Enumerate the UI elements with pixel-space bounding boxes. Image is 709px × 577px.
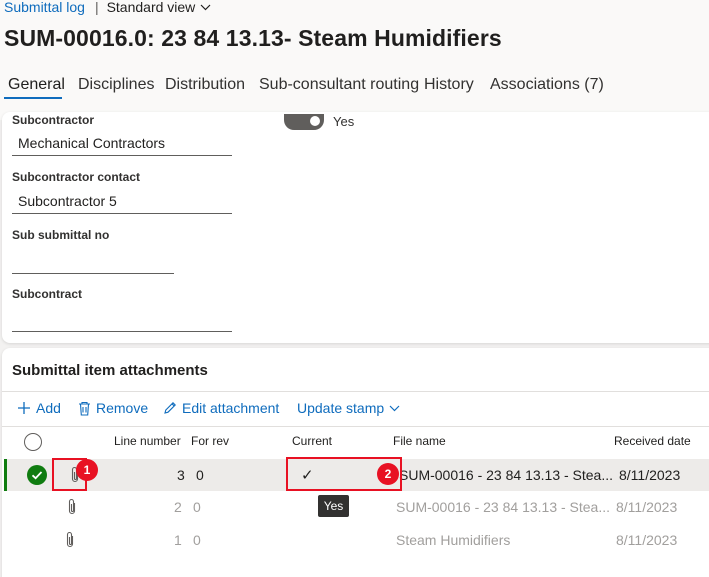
attachment-icon[interactable] <box>64 531 76 549</box>
received-date-cell: 8/11/2023 <box>616 499 678 515</box>
file-name-cell[interactable]: SUM-00016 - 23 84 13.13 - Stea... <box>399 467 613 483</box>
edit-attachment-button[interactable]: Edit attachment <box>163 400 279 416</box>
table-row[interactable]: 1 0 Steam Humidifiers 8/11/2023 <box>4 524 709 556</box>
tab-general[interactable]: General <box>8 76 65 94</box>
general-form-card: Subcontractor Mechanical Contractors Sub… <box>2 112 709 343</box>
for-rev-cell: 0 <box>193 532 201 548</box>
for-rev-cell: 0 <box>196 467 204 483</box>
file-name-cell[interactable]: SUM-00016 - 23 84 13.13 - Stea... <box>396 499 610 515</box>
attachment-icon[interactable] <box>66 498 78 516</box>
subcontract-label: Subcontract <box>12 287 83 301</box>
add-button[interactable]: Add <box>17 400 61 416</box>
line-number-cell: 2 <box>174 499 182 515</box>
row-selected-check-icon[interactable] <box>27 465 47 485</box>
subcontractor-contact-underline <box>12 213 232 214</box>
column-header-received-date[interactable]: Received date <box>614 434 691 448</box>
remove-button-label: Remove <box>96 400 149 416</box>
page-header: Submittal log | Standard view SUM-00016.… <box>0 0 709 120</box>
line-number-cell: 3 <box>177 467 185 483</box>
column-header-file-name[interactable]: File name <box>393 434 446 448</box>
edit-attachment-label: Edit attachment <box>182 400 280 416</box>
sub-submittal-no-label: Sub submittal no <box>12 228 110 242</box>
active-tab-indicator <box>4 97 62 99</box>
table-row[interactable]: 2 0 SUM-00016 - 23 84 13.13 - Stea... 8/… <box>4 491 709 523</box>
subcontract-underline <box>12 331 232 332</box>
tab-associations[interactable]: Associations (7) <box>490 76 604 94</box>
annotation-badge-2: 2 <box>377 463 399 485</box>
pencil-icon <box>164 402 176 414</box>
tab-history[interactable]: History <box>424 76 474 94</box>
page-title: SUM-00016.0: 23 84 13.13- Steam Humidifi… <box>4 25 502 51</box>
toggle-value: Yes <box>333 114 355 129</box>
annotation-badge-1: 1 <box>76 459 98 481</box>
add-button-label: Add <box>36 400 61 416</box>
received-date-cell: 8/11/2023 <box>619 467 681 483</box>
column-header-line-number[interactable]: Line number <box>114 434 181 448</box>
update-stamp-button[interactable]: Update stamp <box>297 400 400 416</box>
trash-icon <box>79 401 90 416</box>
for-rev-cell: 0 <box>193 499 201 515</box>
current-tooltip: Yes <box>318 495 349 517</box>
column-header-current[interactable]: Current <box>292 434 332 448</box>
tab-distribution[interactable]: Distribution <box>165 76 245 94</box>
grid-header-divider <box>2 426 709 427</box>
subcontractor-field-underline <box>12 155 232 156</box>
breadcrumb-submittal-log-link[interactable]: Submittal log <box>4 0 85 15</box>
update-stamp-label: Update stamp <box>297 400 385 416</box>
subcontractor-contact-label: Subcontractor contact <box>12 170 141 184</box>
breadcrumb-separator: | <box>94 0 99 15</box>
tab-sub-consultant-routing[interactable]: Sub-consultant routing <box>259 76 419 94</box>
section-divider <box>2 391 709 392</box>
toggle-knob <box>310 116 320 126</box>
remove-button[interactable]: Remove <box>78 400 148 416</box>
chevron-down-icon <box>200 4 211 10</box>
attachments-section-title: Submittal item attachments <box>12 362 208 379</box>
view-selector-label: Standard view <box>106 0 196 15</box>
select-all-checkbox[interactable] <box>24 433 42 451</box>
subcontractor-field[interactable]: Mechanical Contractors <box>18 135 165 151</box>
file-name-cell[interactable]: Steam Humidifiers <box>396 532 510 548</box>
sub-submittal-no-underline <box>12 273 174 274</box>
tab-disciplines[interactable]: Disciplines <box>78 76 154 94</box>
toggle-switch[interactable] <box>284 114 324 130</box>
chevron-down-icon <box>389 405 400 411</box>
view-selector[interactable]: Standard view <box>107 0 212 15</box>
line-number-cell: 1 <box>174 532 182 548</box>
subcontractor-label: Subcontractor <box>12 113 95 127</box>
plus-icon <box>18 402 30 414</box>
breadcrumb: Submittal log | Standard view <box>4 0 211 15</box>
received-date-cell: 8/11/2023 <box>616 532 678 548</box>
subcontractor-contact-field[interactable]: Subcontractor 5 <box>18 193 117 209</box>
column-header-for-rev[interactable]: For rev <box>191 434 229 448</box>
